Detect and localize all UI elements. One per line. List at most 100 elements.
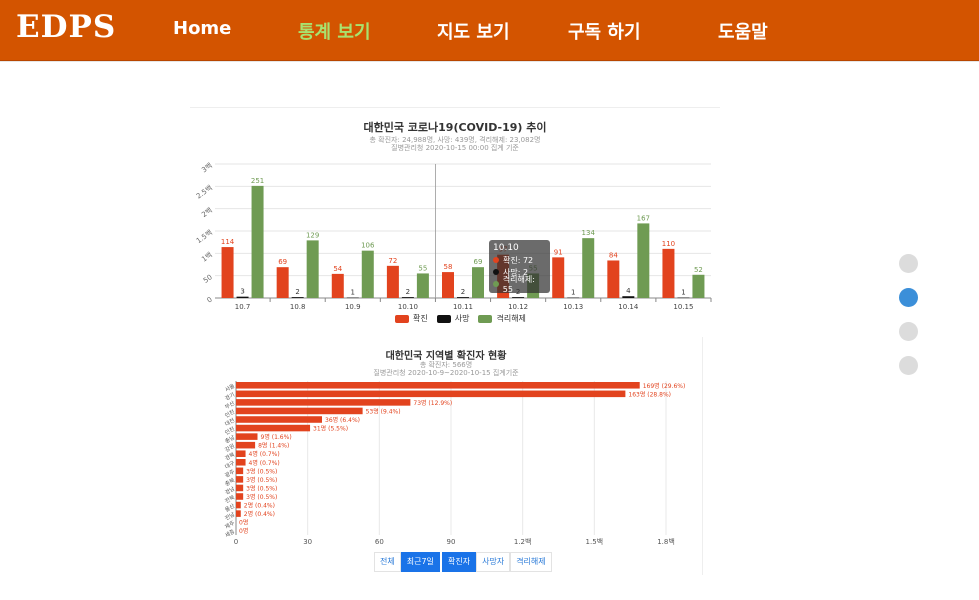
legend-released[interactable]: 격리해제 xyxy=(478,313,526,324)
bar-value-label: 129 xyxy=(306,231,319,239)
y-tick-label: 0 xyxy=(206,296,214,305)
bar-death xyxy=(677,297,690,299)
region-bar xyxy=(236,476,244,483)
region-value-label: 4명 (0.7%) xyxy=(249,459,280,467)
y-tick-label: 2.5백 xyxy=(194,183,214,200)
nav-subscribe[interactable]: 구독 하기 xyxy=(568,18,641,44)
bar-released xyxy=(472,267,484,298)
region-value-label: 9명 (1.6%) xyxy=(261,433,292,441)
bar-value-label: 4 xyxy=(626,287,631,295)
logo[interactable]: EDPS xyxy=(16,9,116,45)
period-all-button[interactable]: 전체 xyxy=(374,552,401,572)
bar-released xyxy=(637,223,650,298)
region-bar xyxy=(236,510,241,517)
x-tick-label: 10.12 xyxy=(508,303,528,311)
x-tick-label: 10.7 xyxy=(235,303,251,311)
region-bar xyxy=(236,399,411,406)
nav-statistics[interactable]: 통계 보기 xyxy=(298,18,371,44)
y-tick-label: 2백 xyxy=(200,205,214,219)
trend-chart-svg[interactable]: 0501백1.5백2백2.5백3백10.7114325110.869212910… xyxy=(190,108,720,328)
region-bar xyxy=(236,390,626,398)
bar-value-label: 251 xyxy=(251,177,264,185)
region-name-label: 서울 xyxy=(223,382,236,394)
x-tick-label: 1.5백 xyxy=(586,537,604,546)
bar-confirmed xyxy=(607,260,620,298)
region-bar xyxy=(236,441,256,449)
region-value-label: 31명 (5.5%) xyxy=(313,425,348,433)
period-recent7-button[interactable]: 최근7일 xyxy=(400,552,440,572)
region-value-label: 0명 xyxy=(239,519,248,527)
legend-confirmed-label: 확진 xyxy=(413,314,428,323)
bar-released xyxy=(692,274,705,298)
bar-death xyxy=(512,297,525,298)
bar-value-label: 69 xyxy=(278,258,287,266)
region-bar xyxy=(236,484,244,492)
bar-confirmed xyxy=(386,265,399,298)
bar-value-label: 2 xyxy=(461,288,465,296)
bar-death xyxy=(346,297,359,299)
region-name-label: 경북 xyxy=(224,451,236,462)
tooltip-confirmed: 확진: 72 xyxy=(503,255,534,265)
x-tick-label: 10.10 xyxy=(398,303,418,311)
bar-death xyxy=(236,296,249,298)
x-tick-label: 10.9 xyxy=(345,303,361,311)
bar-value-label: 134 xyxy=(582,229,596,237)
bar-death xyxy=(567,297,580,299)
x-tick-label: 1.8백 xyxy=(657,537,675,546)
y-tick-label: 3백 xyxy=(200,161,214,175)
nav-help[interactable]: 도움말 xyxy=(718,18,768,44)
death-dot-icon xyxy=(493,269,499,275)
region-bar xyxy=(236,501,241,509)
region-value-label: 3명 (0.5%) xyxy=(246,493,277,501)
region-value-label: 36명 (6.4%) xyxy=(325,416,360,424)
region-bar xyxy=(236,416,322,423)
x-tick-label: 90 xyxy=(447,538,456,546)
page-dot-3[interactable] xyxy=(899,322,918,341)
page-dot-2[interactable] xyxy=(899,288,918,307)
nav-home[interactable]: Home xyxy=(173,18,231,39)
region-bar xyxy=(236,433,258,440)
trend-chart-card: 대한민국 코로나19(COVID-19) 추이 총 확진자: 24,988명, … xyxy=(190,107,720,328)
bar-value-label: 3 xyxy=(240,288,244,296)
bar-value-label: 72 xyxy=(388,257,397,265)
bar-value-label: 52 xyxy=(694,266,703,274)
legend-released-swatch xyxy=(478,314,493,323)
y-tick-label: 1백 xyxy=(200,250,214,264)
page-indicator xyxy=(899,254,918,390)
type-confirmed-button[interactable]: 확진자 xyxy=(442,552,477,572)
region-chart-svg[interactable]: 0 30 60 90 1.2백 1.5백 1.8백 169명 (29.6%) 서울 163명 (2… xyxy=(190,337,702,552)
x-tick-label: 60 xyxy=(375,538,384,546)
region-bar xyxy=(236,493,244,500)
bar-value-label: 91 xyxy=(554,248,563,256)
type-death-button[interactable]: 사망자 xyxy=(476,552,511,572)
bar-value-label: 58 xyxy=(444,263,453,271)
x-tick-label: 30 xyxy=(303,538,312,546)
legend-confirmed[interactable]: 확진 xyxy=(395,313,428,324)
type-button-group: 확진자 사망자 격리해제 xyxy=(442,552,552,572)
bar-death xyxy=(622,296,635,298)
nav-map[interactable]: 지도 보기 xyxy=(437,18,510,44)
x-tick-label: 1.2백 xyxy=(514,537,532,546)
region-value-label: 8명 (1.4%) xyxy=(258,442,289,450)
type-released-button[interactable]: 격리해제 xyxy=(510,552,552,572)
bar-value-label: 54 xyxy=(333,265,342,273)
region-value-label: 3명 (0.5%) xyxy=(246,467,277,475)
bar-released xyxy=(306,240,319,298)
region-value-label: 2명 (0.4%) xyxy=(244,510,275,518)
region-value-label: 163명 (28.8%) xyxy=(628,390,671,398)
bar-value-label: 84 xyxy=(609,251,618,259)
legend-confirmed-swatch xyxy=(395,314,409,323)
region-name-label: 광주 xyxy=(224,468,236,479)
region-bar xyxy=(236,407,363,415)
region-value-label: 2명 (0.4%) xyxy=(244,502,275,510)
x-tick-label: 10.13 xyxy=(563,303,583,311)
x-tick-label: 10.11 xyxy=(453,303,473,311)
bar-value-label: 2 xyxy=(406,288,410,296)
region-bar xyxy=(236,450,246,457)
page-dot-4[interactable] xyxy=(899,356,918,375)
page-dot-1[interactable] xyxy=(899,254,918,273)
bar-death xyxy=(457,297,469,298)
legend-death[interactable]: 사망 xyxy=(436,313,469,324)
x-tick-label: 10.15 xyxy=(673,303,693,311)
bar-value-label: 167 xyxy=(637,214,650,222)
